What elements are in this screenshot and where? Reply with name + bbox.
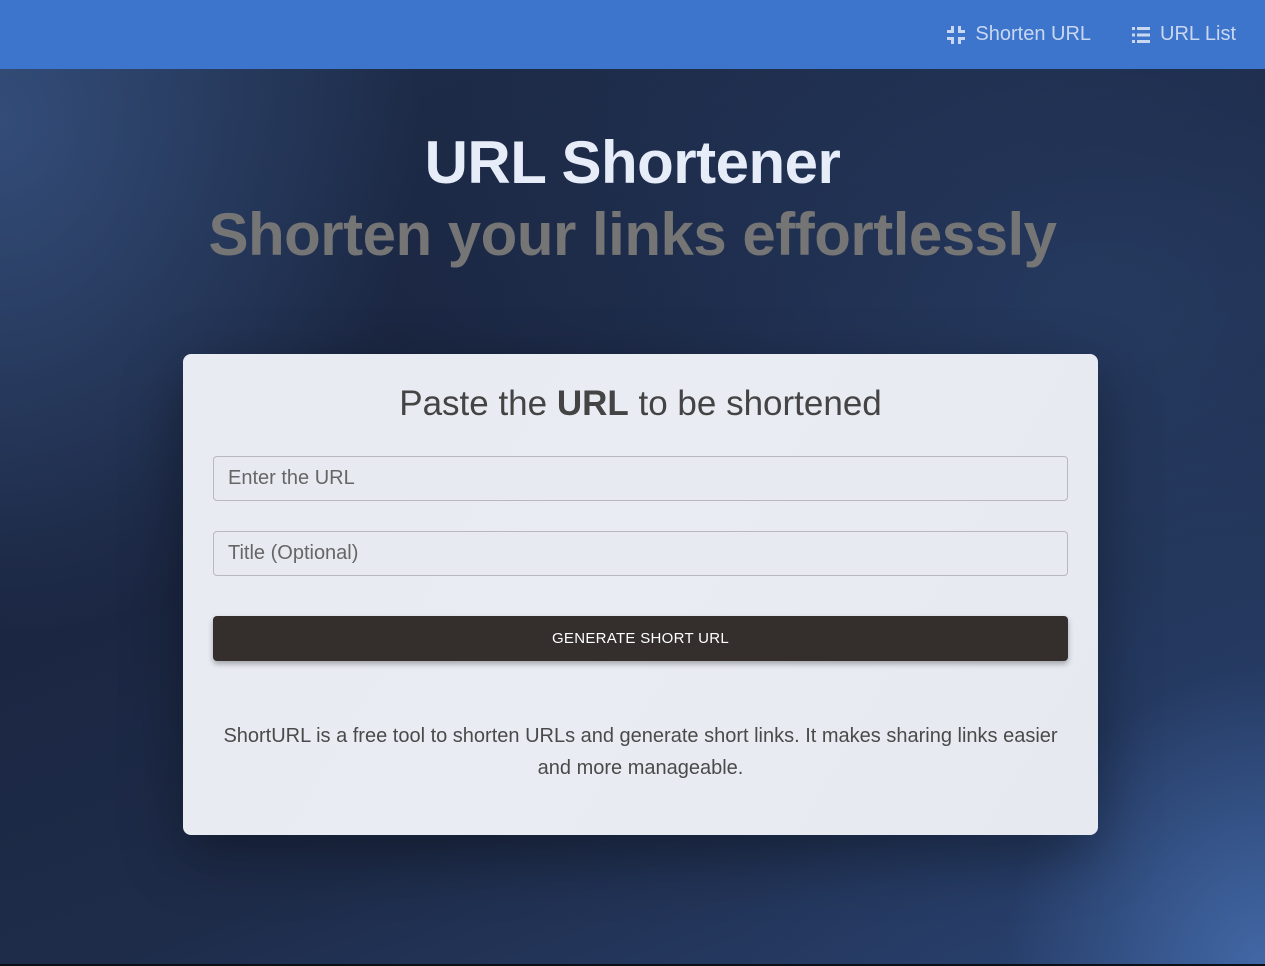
- title-input[interactable]: [213, 531, 1068, 576]
- list-icon: [1132, 26, 1151, 43]
- nav-url-list-label: URL List: [1160, 23, 1236, 45]
- card-heading-suffix: to be shortened: [628, 384, 882, 423]
- nav-url-list-link[interactable]: URL List: [1131, 23, 1236, 46]
- card-heading-bold: URL: [556, 384, 629, 423]
- tool-description: ShortURL is a free tool to shorten URLs …: [223, 725, 1058, 779]
- card-heading-prefix: Paste the: [399, 384, 557, 423]
- top-navbar: Shorten URL URL List: [0, 0, 1265, 69]
- generate-short-url-button[interactable]: GENERATE SHORT URL: [213, 616, 1068, 661]
- page-subtitle: Shorten your links effortlessly: [208, 201, 1057, 268]
- nav-shorten-url-link[interactable]: Shorten URL: [946, 23, 1091, 46]
- page-title: URL Shortener: [424, 129, 841, 196]
- compress-icon: [947, 25, 966, 44]
- shorten-form-card: Paste the URL to be shortened GENERATE S…: [183, 354, 1098, 835]
- url-input[interactable]: [213, 456, 1068, 501]
- nav-shorten-url-label: Shorten URL: [975, 23, 1092, 45]
- card-heading: Paste the URL to be shortened: [183, 384, 1098, 424]
